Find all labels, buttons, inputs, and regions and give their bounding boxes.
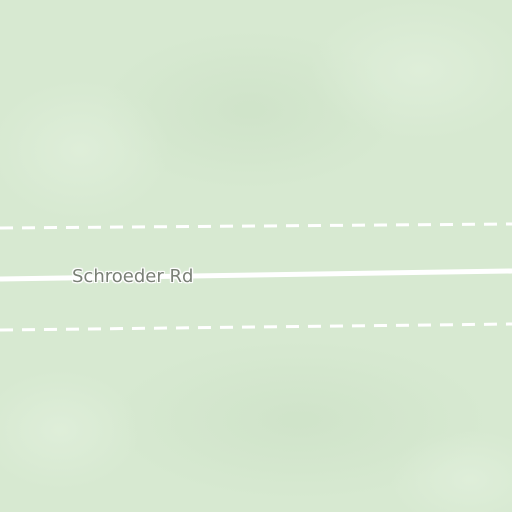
road-label-schroeder-rd: Schroeder Rd <box>72 262 193 292</box>
road-label-text: Schroeder Rd <box>72 266 194 287</box>
map-layer <box>0 0 512 512</box>
map-canvas[interactable]: Schroeder Rd <box>0 0 512 512</box>
